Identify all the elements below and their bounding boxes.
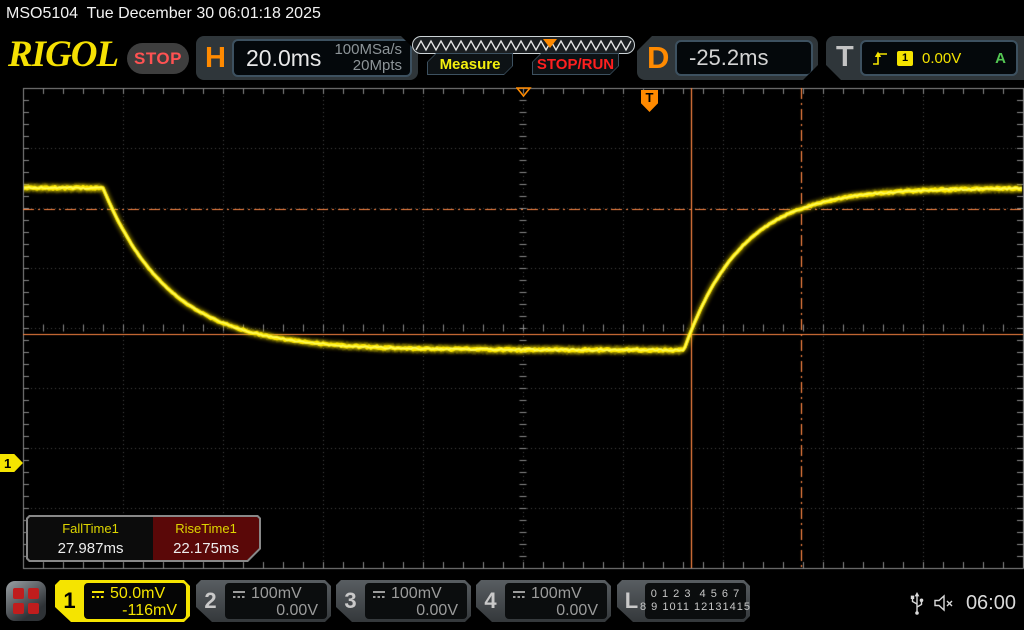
status-tray: 06:00 xyxy=(910,576,1016,630)
ch1-offset: -116mV xyxy=(84,602,186,620)
dc-coupling-icon xyxy=(512,590,526,599)
delay-value: -25.2ms xyxy=(677,45,768,71)
acquisition-info: 100MSa/s 20Mpts xyxy=(334,42,410,74)
channel-menu-button[interactable] xyxy=(6,581,46,621)
horizontal-settings-group[interactable]: H 20.0ms 100MSa/s 20Mpts xyxy=(196,36,418,80)
oscilloscope-screen: MSO5104 Tue December 30 06:01:18 2025 RI… xyxy=(0,0,1024,630)
measurement-label: RiseTime1 xyxy=(153,521,259,536)
rigol-logo: RIGOL xyxy=(8,33,118,76)
measurement-falltime[interactable]: FallTime1 27.987ms xyxy=(28,517,153,560)
ch2-scale: 100mV xyxy=(251,585,302,603)
ch1-scale: 50.0mV xyxy=(110,585,165,603)
run-state-indicator[interactable]: STOP xyxy=(127,43,189,74)
usb-icon xyxy=(910,591,924,615)
horizontal-label: H xyxy=(205,42,226,75)
delay-label: D xyxy=(647,40,669,76)
top-title-bar: MSO5104 Tue December 30 06:01:18 2025 xyxy=(0,0,1024,30)
trigger-settings-group[interactable]: T 1 0.00V A xyxy=(826,36,1024,80)
horizontal-reference-icon xyxy=(516,87,532,98)
ch3-offset: 0.00V xyxy=(365,602,467,620)
trigger-source-badge: 1 xyxy=(897,51,913,66)
measure-button[interactable]: Measure xyxy=(427,53,513,75)
overview-zigzag-icon xyxy=(413,37,636,55)
digital-channels-8-15: 8 9 1011 12131415 xyxy=(640,601,751,614)
measurement-value: 27.987ms xyxy=(28,540,153,557)
rising-slope-icon xyxy=(872,51,888,66)
dc-coupling-icon xyxy=(232,590,246,599)
dc-coupling-icon xyxy=(91,590,105,599)
channel-2-block[interactable]: 2 100mV 0.00V xyxy=(196,580,331,622)
channel-1-block[interactable]: 1 50.0mV -116mV xyxy=(55,580,190,622)
trigger-sweep-mode: A xyxy=(995,50,1006,67)
trigger-box[interactable]: 1 0.00V A xyxy=(860,40,1018,76)
logic-channels-block[interactable]: L 0 1 2 3 4 5 6 7 8 9 1011 12131415 xyxy=(617,580,750,622)
channel-4-block[interactable]: 4 100mV 0.00V xyxy=(476,580,611,622)
dc-coupling-icon xyxy=(372,590,386,599)
timebase-value: 20.0ms xyxy=(234,45,334,72)
delay-settings-group[interactable]: D -25.2ms xyxy=(637,36,818,80)
stop-run-button[interactable]: STOP/RUN xyxy=(532,53,619,75)
grid-icon xyxy=(13,588,39,614)
graticule-and-trace-canvas[interactable] xyxy=(0,84,1024,576)
measurement-value: 22.175ms xyxy=(153,540,259,557)
digital-channels-0-7: 0 1 2 3 4 5 6 7 xyxy=(651,588,740,601)
waveform-overview-bar[interactable] xyxy=(412,36,635,54)
trigger-level-value: 0.00V xyxy=(922,50,986,67)
delay-box[interactable]: -25.2ms xyxy=(675,40,813,76)
measurement-risetime[interactable]: RiseTime1 22.175ms xyxy=(153,517,259,560)
channel-status-bar: 1 50.0mV -116mV 2 xyxy=(0,576,1024,630)
ch2-offset: 0.00V xyxy=(225,602,327,620)
ch4-offset: 0.00V xyxy=(505,602,607,620)
overview-trigger-position-icon[interactable] xyxy=(543,39,557,48)
channel-3-block[interactable]: 3 100mV 0.00V xyxy=(336,580,471,622)
ch4-scale: 100mV xyxy=(531,585,582,603)
measurement-label: FallTime1 xyxy=(28,521,153,536)
trigger-label: T xyxy=(836,41,854,74)
sample-rate: 100MSa/s xyxy=(334,42,402,58)
timebase-box[interactable]: 20.0ms 100MSa/s 20Mpts xyxy=(232,39,412,77)
model-and-datetime: MSO5104 Tue December 30 06:01:18 2025 xyxy=(6,5,321,23)
measurement-results-panel[interactable]: FallTime1 27.987ms RiseTime1 22.175ms xyxy=(26,515,261,562)
header-bar: RIGOL STOP H 20.0ms 100MSa/s 20Mpts Meas… xyxy=(0,30,1024,84)
speaker-muted-icon[interactable] xyxy=(934,594,956,612)
clock: 06:00 xyxy=(966,592,1016,615)
ch3-scale: 100mV xyxy=(391,585,442,603)
memory-depth: 20Mpts xyxy=(334,58,402,74)
waveform-display-area[interactable]: T 1 FallTime1 27.987ms RiseTime1 22.175m… xyxy=(0,84,1024,576)
